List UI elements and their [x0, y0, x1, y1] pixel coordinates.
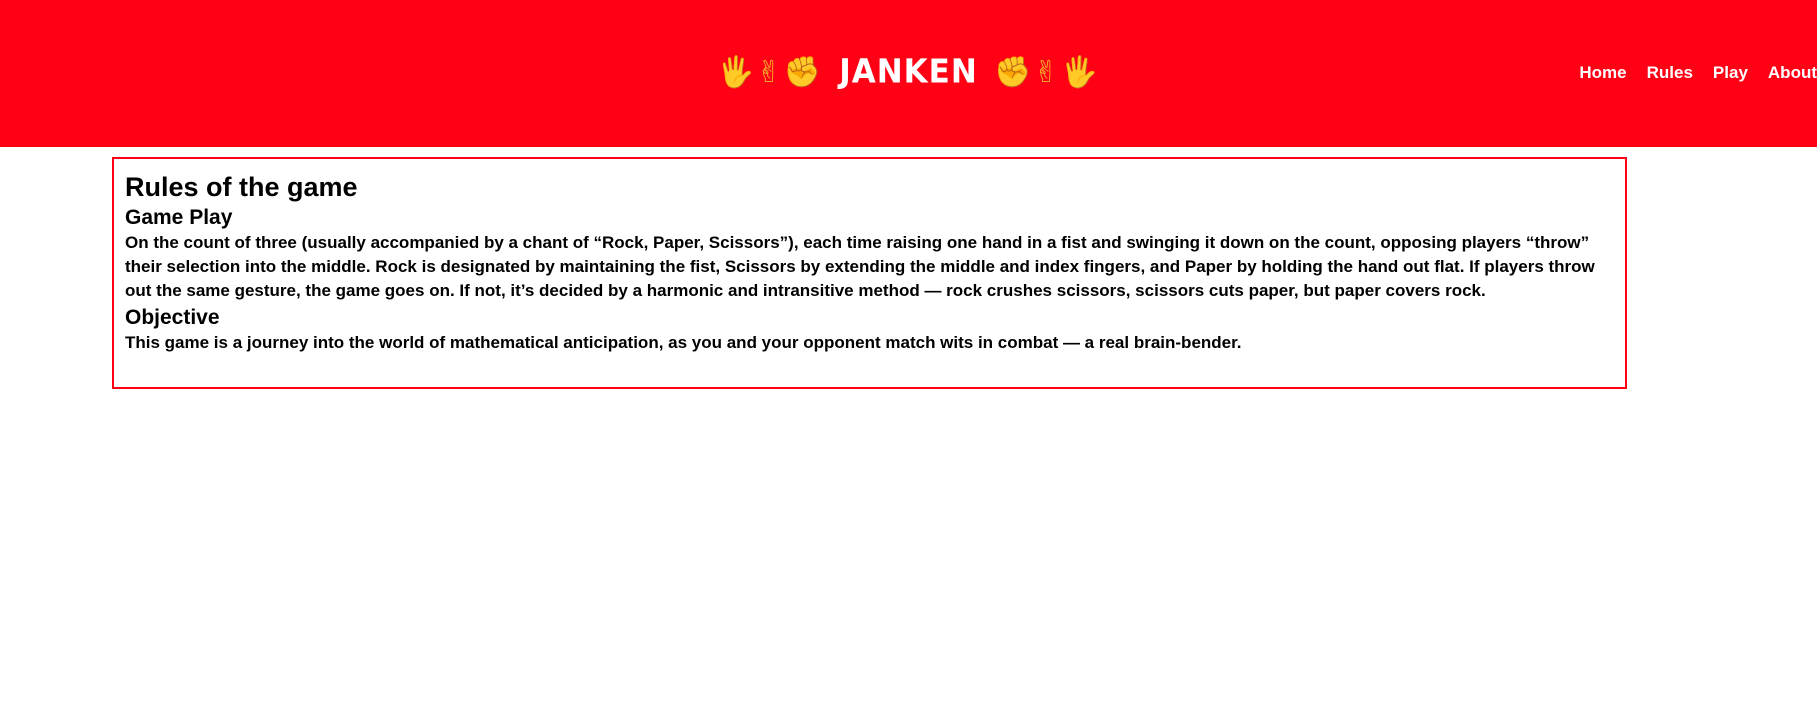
nav-link-rules[interactable]: Rules: [1647, 60, 1693, 86]
rules-panel: Rules of the game Game Play On the count…: [112, 157, 1627, 389]
hand-gestures-right-icon: ✊✌🖐: [994, 55, 1100, 90]
nav-link-home[interactable]: Home: [1579, 60, 1626, 86]
section-text-objective: This game is a journey into the world of…: [125, 333, 1242, 352]
site-title: JANKEN: [839, 53, 978, 91]
section-heading-game-play: Game Play: [125, 206, 233, 229]
hand-gestures-left-icon: 🖐✌✊: [717, 55, 823, 90]
site-brand: 🖐✌✊ JANKEN ✊✌🖐: [0, 48, 1817, 97]
section-text-game-play: On the count of three (usually accompani…: [125, 233, 1595, 300]
section-heading-objective: Objective: [125, 306, 220, 329]
main-nav: Home Rules Play About: [1579, 60, 1817, 86]
site-header: 🖐✌✊ JANKEN ✊✌🖐 Home Rules Play About: [0, 0, 1817, 147]
nav-link-play[interactable]: Play: [1713, 60, 1748, 86]
rules-title: Rules of the game: [125, 172, 358, 202]
nav-link-about[interactable]: About: [1768, 60, 1817, 86]
